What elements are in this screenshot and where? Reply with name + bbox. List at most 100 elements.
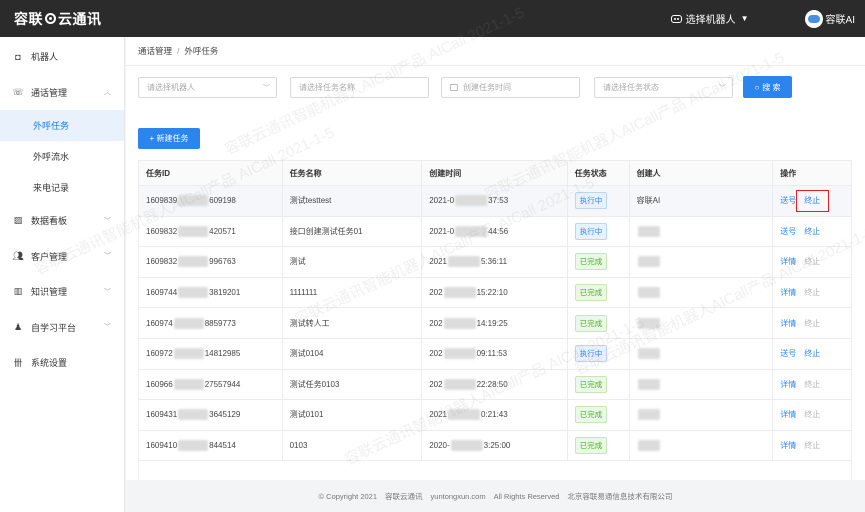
robot-icon: ◘ <box>15 51 21 62</box>
sidebar-item-outbound-tasks[interactable]: 外呼任务 <box>0 110 124 141</box>
cell-created-time: 202 14:19:25 <box>422 308 568 338</box>
details-link[interactable]: 详情 <box>780 318 796 329</box>
cell-creator <box>630 400 774 430</box>
redacted-mask <box>178 225 209 237</box>
redacted-mask <box>448 409 480 421</box>
cell-task-name: 1111111 <box>283 277 423 308</box>
table-header: 任务ID 任务名称 创建时间 任务状态 创建人 操作 <box>139 160 851 186</box>
users-icon: 👥︎ <box>12 250 24 261</box>
header-created-time: 创建时间 <box>422 161 568 185</box>
details-link[interactable]: 详情 <box>780 256 796 267</box>
terminate-link[interactable]: 终止 <box>804 226 820 237</box>
cell-creator <box>630 369 774 400</box>
cell-task-status: 已完成 <box>568 369 630 400</box>
redacted-mask <box>178 409 209 421</box>
send-numbers-link[interactable]: 送号 <box>780 226 796 237</box>
cell-actions: 详情 终止 <box>773 278 851 308</box>
cell-actions: 送号 终止 <box>773 217 851 247</box>
task-status-select[interactable]: 请选择任务状态 ﹀ <box>594 77 733 98</box>
table-row: 1609832 420571 接口创建测试任务01 2021-0 44:56 执行中 送号终… <box>139 216 851 248</box>
cell-actions: 送号 终止 <box>773 186 851 216</box>
robot-filter-select[interactable]: 请选择机器人 ﹀ <box>138 77 277 98</box>
sidebar-item-incoming-records[interactable]: 来电记录 <box>0 172 124 203</box>
avatar <box>804 9 823 28</box>
cell-actions: 详情 终止 <box>773 308 851 338</box>
sidebar-item-self-learning[interactable]: ♟ 自学习平台 ﹀ <box>0 310 124 346</box>
chevron-down-icon: ﹀ <box>719 84 726 92</box>
cell-task-name: 测试 <box>283 247 423 277</box>
sidebar-item-dashboard[interactable]: ▨ 数据看板 ﹀ <box>0 203 124 239</box>
table-row: 1609832 996763 测试 2021 5:36:11 已完成 详情 终止 <box>139 247 851 278</box>
robot-selector[interactable]: 选择机器人 ▼ <box>670 11 749 26</box>
sidebar-item-robot[interactable]: ◘ 机器人 <box>0 39 124 75</box>
chevron-down-icon: ﹀ <box>104 288 111 296</box>
cell-task-name: 测试任务0103 <box>283 369 423 400</box>
created-time-picker[interactable]: 创建任务时间 <box>441 77 580 98</box>
robot-icon <box>670 14 682 23</box>
details-link[interactable]: 详情 <box>780 379 796 390</box>
cell-task-id: 1609832 420571 <box>139 216 283 247</box>
search-button[interactable]: ○ 搜 索 <box>743 76 792 98</box>
cell-creator <box>630 247 774 277</box>
sidebar-item-customers[interactable]: 👥︎ 客户管理 ﹀ <box>0 239 124 275</box>
redacted-mask <box>443 378 476 390</box>
sidebar-item-settings[interactable]: 卌 系统设置 <box>0 345 124 381</box>
chevron-down-icon: ﹀ <box>104 217 111 225</box>
cell-creator <box>630 338 774 369</box>
redacted-mask <box>178 440 209 452</box>
details-link[interactable]: 详情 <box>780 440 796 451</box>
cell-task-name: 测试0101 <box>283 400 423 430</box>
person-icon: ♟ <box>13 321 23 332</box>
status-badge: 已完成 <box>574 314 608 332</box>
cell-created-time: 202 15:22:10 <box>422 277 568 308</box>
redacted-mask <box>178 287 209 299</box>
redacted-mask <box>637 409 660 421</box>
details-link[interactable]: 详情 <box>780 409 796 420</box>
breadcrumb-parent[interactable]: 通话管理 <box>138 45 172 57</box>
cell-created-time: 2021-0 37:53 <box>422 186 568 216</box>
send-numbers-link[interactable]: 送号 <box>780 195 796 206</box>
table-row: 160966 27557944 测试任务0103 202 22:28:50 已完成 详情 终止 <box>139 369 851 401</box>
terminate-link[interactable]: 终止 <box>804 348 820 359</box>
user-menu[interactable]: 容联AI <box>804 9 855 28</box>
terminate-link: 终止 <box>804 379 821 389</box>
redacted-mask <box>443 287 476 299</box>
redacted-mask <box>178 256 209 268</box>
caret-down-icon: ▼ <box>740 14 749 23</box>
new-task-button[interactable]: + 新建任务 <box>138 128 200 149</box>
cell-task-name: 0103 <box>283 430 423 461</box>
header-creator: 创建人 <box>630 161 774 185</box>
cell-created-time: 202 09:11:53 <box>422 338 568 369</box>
logo-mark-icon <box>45 13 56 24</box>
task-name-input[interactable]: 请选择任务名称 <box>290 77 429 98</box>
redacted-mask <box>637 440 660 452</box>
terminate-link: 终止 <box>804 318 821 328</box>
redacted-mask <box>637 348 660 360</box>
status-badge: 已完成 <box>574 406 608 424</box>
redacted-mask <box>637 225 660 237</box>
status-badge: 执行中 <box>574 192 608 210</box>
highlight-box <box>796 190 830 212</box>
app-logo[interactable]: 容联 云通讯 <box>14 9 102 29</box>
cell-creator <box>630 430 774 461</box>
cell-task-id: 1609431 3645129 <box>139 400 283 430</box>
send-numbers-link[interactable]: 送号 <box>780 348 796 359</box>
details-link[interactable]: 详情 <box>780 287 796 298</box>
cell-task-status: 已完成 <box>568 308 630 338</box>
header-task-id: 任务ID <box>139 161 283 185</box>
breadcrumb-current: 外呼任务 <box>184 46 219 56</box>
sidebar-item-outbound-flow[interactable]: 外呼流水 <box>0 141 124 172</box>
header-actions: 操作 <box>780 168 797 178</box>
redacted-mask <box>173 348 204 360</box>
header-task-status: 任务状态 <box>568 161 630 185</box>
cell-actions: 详情 终止 <box>773 431 851 461</box>
cell-created-time: 2020- 3:25:00 <box>422 430 568 461</box>
sidebar-item-knowledge[interactable]: ▥ 知识管理 ﹀ <box>0 274 124 310</box>
redacted-mask <box>450 440 483 452</box>
cell-creator <box>630 277 774 308</box>
redacted-mask <box>173 378 204 390</box>
cell-task-id: 1609410 844514 <box>139 430 283 461</box>
sidebar-item-call-management[interactable]: ☏ 通话管理 ︿ <box>0 75 124 111</box>
table-row: 1609431 3645129 测试0101 2021 0:21:43 已完成 详情 终止 <box>139 400 851 431</box>
cell-task-name: 接口创建测试任务01 <box>283 216 423 247</box>
